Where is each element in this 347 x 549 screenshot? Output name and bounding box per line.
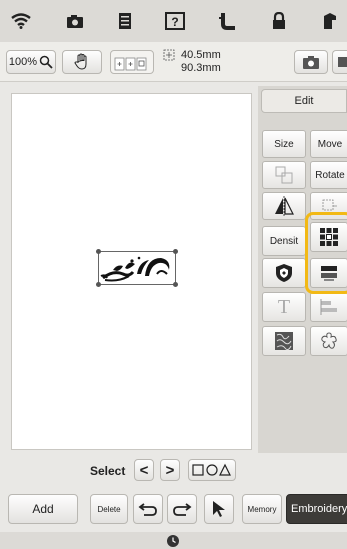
align-button[interactable] — [310, 292, 347, 322]
hand-button[interactable] — [62, 50, 102, 74]
select-label: Select — [90, 464, 126, 478]
stipple-button[interactable] — [262, 326, 306, 356]
cursor-arrow-icon — [213, 501, 225, 517]
status-bar: ? — [0, 0, 347, 42]
help-icon[interactable]: ? — [164, 10, 186, 32]
shape-select-icon — [192, 463, 231, 476]
wifi-icon[interactable] — [10, 10, 32, 32]
select-shape-button[interactable] — [188, 459, 236, 481]
machine-icon[interactable] — [318, 10, 340, 32]
resize-handle[interactable] — [173, 282, 178, 287]
display-button[interactable] — [332, 50, 347, 74]
delete-button[interactable]: Delete — [90, 494, 128, 524]
resize-handle[interactable] — [96, 282, 101, 287]
embroidery-design[interactable] — [96, 249, 178, 287]
footer-bar — [0, 532, 347, 549]
outline-button[interactable] — [310, 326, 347, 356]
group-button[interactable] — [262, 161, 306, 189]
magnifier-icon — [39, 55, 53, 69]
size-width: 40.5mm — [181, 49, 221, 61]
density-button[interactable]: Densit — [262, 226, 306, 256]
embroidery-canvas[interactable] — [11, 93, 252, 450]
bottom-bar: Add Delete Memory Embroidery — [0, 490, 347, 530]
group-icon — [275, 166, 293, 184]
clock-icon[interactable] — [166, 534, 180, 548]
resize-handle[interactable] — [173, 249, 178, 254]
highlight-frame — [305, 212, 347, 294]
memory-button[interactable]: Memory — [242, 494, 282, 524]
zoom-label: 100% — [8, 56, 38, 68]
applique-shield-icon — [276, 264, 292, 282]
floral-pattern-icon — [100, 256, 170, 282]
rotate-button[interactable]: Rotate — [310, 161, 347, 189]
size-indicator-icon — [162, 48, 176, 62]
select-prev-button[interactable]: < — [134, 459, 154, 481]
applique-button[interactable] — [262, 258, 306, 288]
redo-icon — [173, 503, 192, 516]
toolbar: 100% 40.5mm 90.3mm — [0, 42, 347, 82]
align-icon — [320, 299, 337, 315]
flower-outline-icon — [321, 332, 337, 349]
size-button[interactable]: Size — [262, 130, 306, 158]
move-button[interactable]: Move — [310, 130, 347, 158]
resize-handle[interactable] — [96, 249, 101, 254]
select-bar: Select < > — [0, 456, 347, 486]
tab-edit[interactable]: Edit — [261, 89, 347, 113]
layout-icon — [114, 57, 147, 71]
lock-icon[interactable] — [268, 10, 290, 32]
hand-icon — [74, 53, 87, 70]
undo-button[interactable] — [133, 494, 163, 524]
text-button[interactable]: T — [262, 292, 306, 322]
mirror-button[interactable] — [262, 192, 306, 220]
undo-icon — [138, 503, 157, 516]
embroidery-button[interactable]: Embroidery — [286, 494, 347, 524]
camera-scan-button[interactable] — [294, 50, 328, 74]
thread-icon[interactable] — [216, 10, 238, 32]
size-height: 90.3mm — [181, 62, 221, 74]
svg-text:?: ? — [171, 15, 178, 29]
document-icon[interactable] — [114, 10, 136, 32]
stipple-icon — [275, 332, 293, 351]
select-next-button[interactable]: > — [160, 459, 180, 481]
camera-icon[interactable] — [64, 10, 86, 32]
redo-button[interactable] — [167, 494, 197, 524]
zoom-button[interactable]: 100% — [6, 50, 56, 74]
camera-scan-icon — [303, 56, 319, 69]
select-tool-button[interactable] — [204, 494, 234, 524]
layout-button[interactable] — [110, 50, 154, 74]
mirror-icon — [275, 196, 294, 216]
display-icon — [337, 57, 347, 67]
add-button[interactable]: Add — [8, 494, 78, 524]
